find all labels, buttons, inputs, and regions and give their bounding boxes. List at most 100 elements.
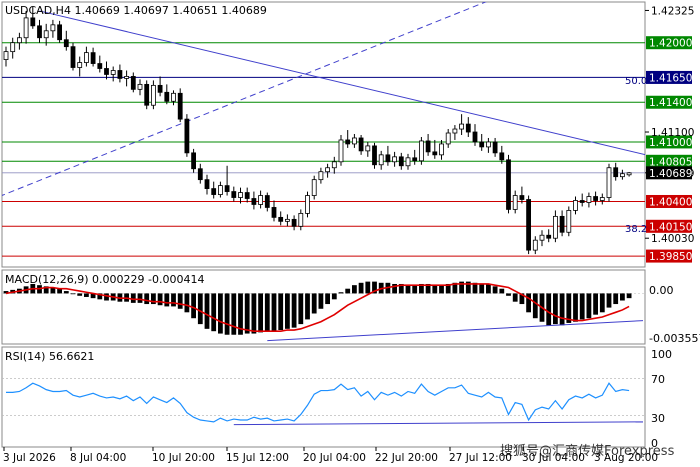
time-tick-label: 10 Jul 20:00 (152, 452, 215, 464)
macd-bar (432, 285, 438, 294)
candle-bull (620, 173, 625, 178)
candle-bull (23, 17, 29, 39)
candle-bear (117, 70, 123, 79)
candle-bull (258, 195, 264, 205)
macd-bar (204, 293, 210, 329)
candle-bear (224, 185, 230, 192)
candle-bull (392, 156, 398, 163)
candle-bear (30, 17, 36, 27)
level-label: 1.40400 (649, 196, 692, 208)
macd-bar (224, 293, 230, 335)
candle-bear (372, 145, 377, 166)
candle-bull (43, 30, 49, 39)
macd-bar (599, 293, 605, 313)
candle-bull (338, 139, 344, 163)
candle-bear (291, 218, 297, 227)
macd-bar (218, 293, 223, 334)
candle-bear (358, 137, 364, 152)
candle-bear (492, 141, 498, 154)
macd-bar (486, 283, 491, 294)
fib-label-50: 50.0 (625, 76, 647, 87)
candle-bull (84, 52, 89, 63)
macd-bar (177, 293, 183, 309)
candle-bear (231, 191, 237, 198)
macd-bar (358, 282, 364, 294)
candle-bull (445, 132, 451, 145)
macd-bar (63, 291, 69, 294)
candle-bull (485, 141, 491, 148)
macd-bar (318, 293, 324, 309)
macd-bar (258, 293, 263, 333)
macd-bar (264, 293, 270, 332)
candle-bull (532, 239, 538, 251)
candle-bull (553, 215, 558, 239)
candle-bull (124, 76, 129, 79)
macd-tick-zero: 0.00 (649, 284, 674, 297)
macd-bar (70, 293, 76, 295)
candle-bull (305, 195, 310, 214)
candle-bear (130, 76, 136, 90)
candle-bull (311, 179, 317, 196)
candle-bear (278, 216, 284, 222)
macd-bar (606, 293, 612, 308)
candle-bear (191, 152, 197, 170)
candle-bear (90, 52, 96, 64)
candle-bull (418, 140, 424, 162)
macd-bar (305, 293, 310, 320)
candle-bear (177, 92, 183, 120)
macd-bar (77, 293, 83, 296)
price-chart-title: USDCAD,H4 1.40669 1.40697 1.40651 1.4068… (5, 4, 267, 17)
macd-bar (579, 293, 585, 320)
candle-bull (50, 24, 56, 32)
candle-bear (251, 198, 257, 205)
macd-bar (84, 293, 89, 297)
candle-bear (144, 83, 150, 106)
candle-bull (539, 234, 545, 241)
macd-bar (211, 293, 217, 332)
macd-bar (231, 293, 237, 335)
macd-bar (157, 293, 163, 306)
level-label: 1.41650 (649, 72, 692, 84)
candle-bull (586, 196, 592, 203)
candle-bear (211, 188, 217, 195)
candle-bear (432, 151, 438, 156)
macd-bar (613, 293, 619, 305)
macd-bar (291, 293, 297, 328)
candle-bear (412, 157, 418, 162)
macd-bar (251, 293, 257, 334)
candle-bull (318, 171, 324, 181)
macd-bar (626, 293, 632, 299)
candle-bull (405, 157, 411, 167)
rsi-tick-100: 100 (651, 348, 672, 361)
macd-bar (144, 293, 150, 305)
price-tick-label: 1.42325 (651, 5, 694, 17)
candle-bull (77, 62, 83, 68)
time-tick-label: 20 Jul 04:00 (303, 452, 366, 464)
candle-bull (566, 210, 572, 233)
candle-bear (104, 68, 109, 75)
candle-bear (559, 215, 565, 233)
candle-bull (110, 70, 116, 75)
macd-bar (311, 293, 317, 314)
macd-bar (405, 285, 411, 294)
macd-bar (345, 288, 351, 294)
current-price-label: 1.40689 (649, 168, 692, 180)
macd-bar (512, 293, 518, 302)
price-tick-label: 1.41100 (651, 127, 694, 139)
candle-bear (264, 195, 270, 208)
macd-bar (325, 293, 330, 305)
candle-bull (573, 200, 578, 211)
macd-bar (546, 293, 552, 326)
candle-bear (546, 234, 552, 239)
candle-bull (331, 161, 337, 169)
candle-bear (157, 84, 163, 93)
candle-bear (465, 123, 471, 133)
candle-bull (3, 51, 9, 60)
candle-bull (137, 83, 143, 90)
candle-bear (472, 131, 478, 143)
candle-bear (204, 179, 210, 189)
macd-bar (506, 293, 511, 296)
macd-bar (559, 293, 565, 326)
candle-bull (238, 192, 243, 198)
level-label: 1.39850 (649, 251, 692, 263)
